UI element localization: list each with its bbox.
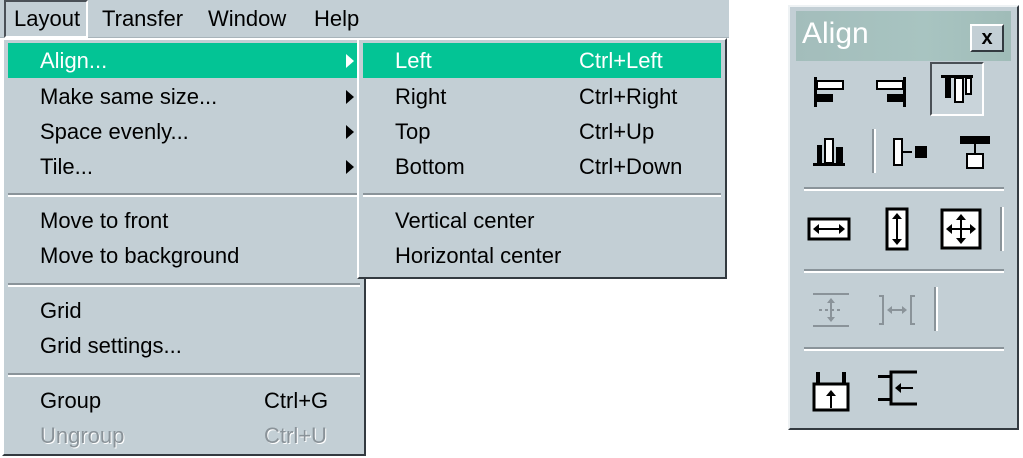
menu-item-align[interactable]: Align... [8, 43, 360, 78]
space-evenly-horizontal-icon [879, 295, 915, 325]
align-vertical-center-icon [893, 138, 927, 166]
submenu-item-bottom[interactable]: Bottom Ctrl+Down [363, 149, 721, 184]
toolbar-separator [1000, 207, 1004, 251]
tile-horizontal-button[interactable] [870, 361, 924, 415]
space-evenly-vertical-button [804, 283, 858, 337]
menu-item-shortcut: Ctrl+Left [579, 48, 663, 73]
align-horizontal-center-button[interactable] [948, 125, 1002, 179]
toolbar-separator [804, 187, 1004, 191]
toolbar-separator [934, 287, 938, 331]
submenu-item-top[interactable]: Top Ctrl+Up [363, 114, 721, 149]
align-bottom-button[interactable] [802, 125, 856, 179]
menu-item-label: Right [395, 84, 447, 109]
align-left-button[interactable] [802, 65, 856, 119]
layout-menu: Align... Make same size... Space evenly.… [2, 38, 366, 456]
menu-item-label: Vertical center [395, 208, 535, 233]
menu-separator [363, 193, 721, 197]
menu-separator [8, 193, 360, 197]
menu-item-label: Ungroup [40, 423, 125, 448]
menu-item-shortcut: Ctrl+Up [579, 119, 655, 144]
menu-item-label: Top [395, 119, 431, 144]
submenu-arrow-icon [346, 90, 354, 104]
menu-item-grid-settings[interactable]: Grid settings... [8, 328, 360, 363]
menu-item-space-evenly[interactable]: Space evenly... [8, 114, 360, 149]
menu-item-label: Horizontal center [395, 243, 562, 268]
align-top-icon [941, 75, 973, 103]
align-top-button[interactable] [930, 62, 984, 116]
submenu-arrow-icon [346, 160, 354, 174]
tile-horizontal-icon [878, 370, 917, 406]
menu-item-label: Tile... [40, 154, 93, 179]
submenu-item-right[interactable]: Right Ctrl+Right [363, 79, 721, 114]
align-left-icon [814, 77, 844, 107]
menu-item-move-to-background[interactable]: Move to background [8, 238, 360, 273]
menu-item-label: Grid settings... [40, 333, 182, 358]
menu-item-ungroup: Ungroup Ctrl+U [8, 418, 360, 453]
align-submenu: Left Ctrl+Left Right Ctrl+Right Top Ctrl… [357, 38, 727, 279]
menu-item-label: Align... [40, 48, 108, 73]
menu-item-group[interactable]: Group Ctrl+G [8, 383, 360, 418]
same-size-icon [940, 208, 982, 250]
menu-item-shortcut: Ctrl+Down [579, 154, 683, 179]
align-bottom-icon [813, 138, 845, 166]
same-height-icon [885, 207, 909, 251]
palette-title-bar[interactable]: Align x [796, 11, 1011, 61]
same-height-button[interactable] [870, 202, 924, 256]
menu-separator [8, 283, 360, 287]
submenu-item-horizontal-center[interactable]: Horizontal center [363, 238, 721, 273]
menu-layout[interactable]: Layout [4, 0, 88, 38]
menu-item-label: Space evenly... [40, 119, 189, 144]
align-vertical-center-button[interactable] [884, 125, 938, 179]
space-evenly-vertical-icon [813, 293, 849, 327]
menu-item-tile[interactable]: Tile... [8, 149, 360, 184]
align-horizontal-center-icon [960, 136, 990, 169]
toolbar-separator [804, 347, 1004, 351]
align-right-button[interactable] [864, 65, 918, 119]
submenu-arrow-icon [346, 125, 354, 139]
menu-item-label: Move to front [40, 208, 169, 233]
menu-item-shortcut: Ctrl+U [264, 423, 327, 448]
close-icon: x [981, 27, 993, 49]
space-evenly-horizontal-button [870, 283, 924, 337]
menu-item-make-same-size[interactable]: Make same size... [8, 79, 360, 114]
menu-item-label: Left [395, 48, 432, 73]
submenu-item-vertical-center[interactable]: Vertical center [363, 203, 721, 238]
menu-item-shortcut: Ctrl+G [264, 388, 329, 413]
menu-transfer[interactable]: Transfer [94, 0, 191, 38]
menu-item-move-to-front[interactable]: Move to front [8, 203, 360, 238]
menu-window[interactable]: Window [200, 0, 294, 38]
menu-bar: Layout Transfer Window Help [0, 0, 729, 38]
submenu-item-left[interactable]: Left Ctrl+Left [363, 43, 721, 78]
toolbar-separator [804, 269, 1004, 273]
menu-help[interactable]: Help [306, 0, 367, 38]
menu-item-grid[interactable]: Grid [8, 293, 360, 328]
tile-vertical-button[interactable] [804, 363, 858, 417]
menu-item-label: Bottom [395, 154, 465, 179]
menu-item-label: Make same size... [40, 84, 218, 109]
menu-item-shortcut: Ctrl+Right [579, 84, 678, 109]
menu-item-label: Group [40, 388, 102, 413]
palette-title: Align [802, 17, 869, 50]
toolbar-separator [872, 129, 876, 173]
same-width-button[interactable] [802, 202, 856, 256]
menu-separator [8, 373, 360, 377]
submenu-arrow-icon [346, 54, 354, 68]
same-size-button[interactable] [934, 202, 988, 256]
align-palette: Align x [788, 5, 1019, 430]
close-button[interactable]: x [970, 24, 1004, 52]
same-width-icon [807, 217, 851, 241]
align-right-icon [876, 77, 906, 107]
menu-item-label: Move to background [40, 243, 240, 268]
menu-item-label: Grid [40, 298, 82, 323]
tile-vertical-icon [812, 372, 850, 412]
